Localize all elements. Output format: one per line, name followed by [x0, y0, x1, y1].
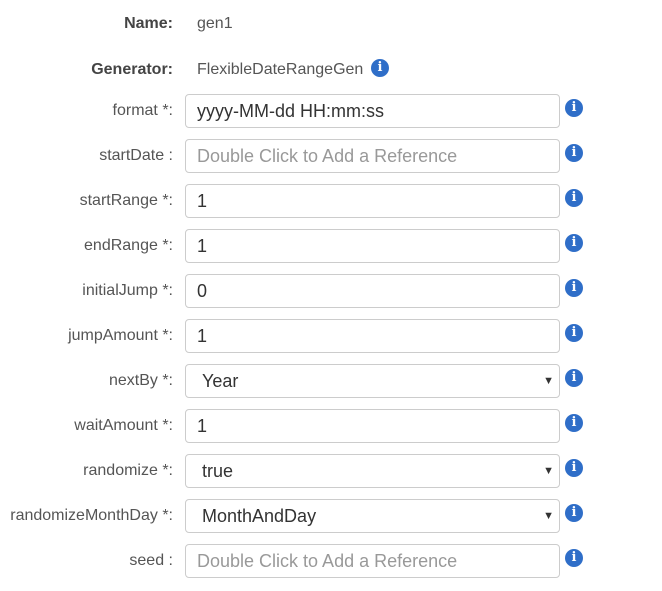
- chevron-down-icon: ▼: [543, 465, 554, 477]
- info-circle-icon[interactable]: i: [565, 504, 583, 522]
- field-label: randomizeMonthDay *:: [10, 507, 173, 524]
- field-label: randomize *:: [83, 462, 173, 479]
- field-row: startDate : i: [0, 139, 662, 173]
- field-input[interactable]: [186, 410, 552, 442]
- name-value: gen1: [197, 15, 233, 32]
- info-circle-icon[interactable]: i: [565, 234, 583, 252]
- field-input-box[interactable]: [185, 229, 560, 263]
- field-input-box[interactable]: [185, 184, 560, 218]
- field-row: jumpAmount *: i: [0, 319, 662, 353]
- field-label: nextBy *:: [108, 372, 173, 389]
- select-value: MonthAndDay: [202, 506, 317, 526]
- info-circle-icon[interactable]: i: [565, 459, 583, 477]
- field-label: waitAmount *:: [74, 417, 173, 434]
- name-row: Name: gen1: [0, 7, 662, 41]
- field-row: initialJump *: i: [0, 274, 662, 308]
- chevron-down-icon: ▼: [543, 375, 554, 387]
- generator-label: Generator:: [91, 61, 173, 78]
- field-input[interactable]: [186, 275, 552, 307]
- field-input-box[interactable]: [185, 544, 560, 578]
- select-value: true: [202, 461, 234, 481]
- info-circle-icon[interactable]: i: [565, 369, 583, 387]
- field-input[interactable]: [186, 545, 552, 577]
- field-input[interactable]: [186, 185, 552, 217]
- field-row: randomizeMonthDay *: MonthAndDay ▼ i: [0, 499, 662, 533]
- name-label: Name:: [124, 15, 173, 32]
- field-input[interactable]: [186, 95, 552, 127]
- info-circle-icon[interactable]: i: [565, 144, 583, 162]
- info-circle-icon[interactable]: i: [565, 99, 583, 117]
- field-label: jumpAmount *:: [68, 327, 173, 344]
- info-circle-icon[interactable]: i: [565, 324, 583, 342]
- generator-info-icon[interactable]: i: [371, 59, 389, 77]
- field-input-box[interactable]: [185, 139, 560, 173]
- field-input[interactable]: [186, 230, 552, 262]
- field-select[interactable]: MonthAndDay ▼: [185, 499, 560, 533]
- field-input-box[interactable]: [185, 94, 560, 128]
- field-input[interactable]: [186, 320, 552, 352]
- field-label: startRange *:: [79, 192, 173, 209]
- field-label: startDate :: [99, 147, 173, 164]
- field-label: seed :: [129, 552, 173, 569]
- field-input-box[interactable]: [185, 274, 560, 308]
- info-circle-icon[interactable]: i: [565, 279, 583, 297]
- field-row: seed : i: [0, 544, 662, 578]
- generator-value: FlexibleDateRangeGen: [197, 61, 364, 78]
- field-label: initialJump *:: [82, 282, 173, 299]
- field-input-box[interactable]: [185, 409, 560, 443]
- field-row: randomize *: true ▼ i: [0, 454, 662, 488]
- generator-row: Generator: FlexibleDateRangeGen i: [0, 53, 662, 87]
- info-circle-icon[interactable]: i: [565, 189, 583, 207]
- field-row: waitAmount *: i: [0, 409, 662, 443]
- chevron-down-icon: ▼: [543, 510, 554, 522]
- select-value: Year: [202, 371, 239, 391]
- field-row: format *: i: [0, 94, 662, 128]
- field-select[interactable]: Year ▼: [185, 364, 560, 398]
- field-row: nextBy *: Year ▼ i: [0, 364, 662, 398]
- field-input[interactable]: [186, 140, 552, 172]
- info-circle-icon[interactable]: i: [565, 549, 583, 567]
- field-row: endRange *: i: [0, 229, 662, 263]
- field-row: startRange *: i: [0, 184, 662, 218]
- info-circle-icon[interactable]: i: [565, 414, 583, 432]
- field-select[interactable]: true ▼: [185, 454, 560, 488]
- field-input-box[interactable]: [185, 319, 560, 353]
- field-label: format *:: [112, 102, 173, 119]
- field-label: endRange *:: [84, 237, 173, 254]
